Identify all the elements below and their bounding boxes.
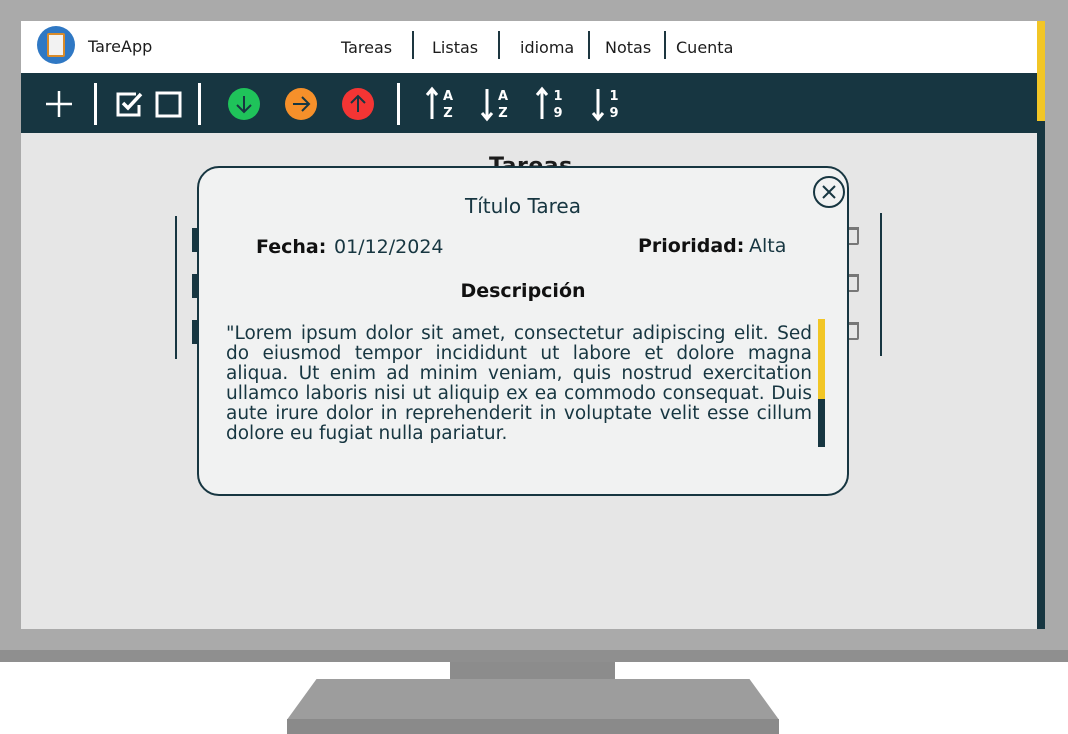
sort-numeric-desc-icon[interactable]: 1 9 <box>591 86 625 122</box>
top-navigation-bar: TareApp Tareas Listas idioma Notas Cuent… <box>21 21 1037 73</box>
nav-item-notas[interactable]: Notas <box>605 38 651 57</box>
priority-value: Alta <box>749 235 787 257</box>
nav-item-listas[interactable]: Listas <box>432 38 478 57</box>
modal-title: Título Tarea <box>465 194 581 218</box>
uncheck-all-icon[interactable] <box>155 91 182 118</box>
app-name: TareApp <box>88 37 153 56</box>
app-screen: TareApp Tareas Listas idioma Notas Cuent… <box>21 21 1045 629</box>
nav-divider <box>412 31 414 59</box>
sort-numeric-asc-icon[interactable]: 1 9 <box>535 86 569 122</box>
description-scrollbar-thumb[interactable] <box>818 319 825 399</box>
task-detail-modal: Título Tarea Fecha: 01/12/2024 Prioridad… <box>197 166 849 496</box>
nav-item-tareas[interactable]: Tareas <box>341 38 392 57</box>
nav-divider <box>588 31 590 59</box>
task-list-border-left <box>175 216 177 359</box>
toolbar-divider <box>397 83 400 125</box>
sort-alpha-desc-icon[interactable]: A Z <box>480 86 514 122</box>
priority-high-icon[interactable] <box>342 88 374 120</box>
monitor-base-edge <box>287 719 779 734</box>
page-scrollbar-thumb[interactable] <box>1037 21 1045 121</box>
priority-low-icon[interactable] <box>228 88 260 120</box>
svg-text:1: 1 <box>609 89 618 104</box>
nav-divider <box>498 31 500 59</box>
svg-text:A: A <box>443 89 453 104</box>
svg-text:Z: Z <box>498 106 507 121</box>
sort-alpha-asc-icon[interactable]: A Z <box>425 86 459 122</box>
priority-medium-icon[interactable] <box>285 88 317 120</box>
monitor-bezel-bottom <box>0 650 1068 662</box>
svg-text:9: 9 <box>553 106 562 121</box>
nav-divider <box>664 31 666 59</box>
date-value: 01/12/2024 <box>334 236 444 258</box>
toolbar-divider <box>198 83 201 125</box>
task-list-border-right <box>880 213 882 356</box>
plus-icon[interactable] <box>45 90 73 118</box>
svg-text:A: A <box>498 89 508 104</box>
toolbar-divider <box>94 83 97 125</box>
description-heading: Descripción <box>460 280 586 302</box>
nav-item-cuenta[interactable]: Cuenta <box>676 38 733 57</box>
clipboard-icon[interactable] <box>37 26 75 64</box>
priority-label: Prioridad: <box>638 235 745 257</box>
svg-text:1: 1 <box>553 89 562 104</box>
description-text: "Lorem ipsum dolor sit amet, consectetur… <box>226 323 812 444</box>
task-toolbar: A Z A Z 1 9 1 9 <box>21 73 1037 133</box>
svg-text:Z: Z <box>443 106 452 121</box>
nav-item-idioma[interactable]: idioma <box>520 38 574 57</box>
svg-text:9: 9 <box>609 106 618 121</box>
close-icon[interactable] <box>813 176 845 208</box>
check-all-icon[interactable] <box>115 90 143 118</box>
date-label: Fecha: <box>256 236 327 258</box>
